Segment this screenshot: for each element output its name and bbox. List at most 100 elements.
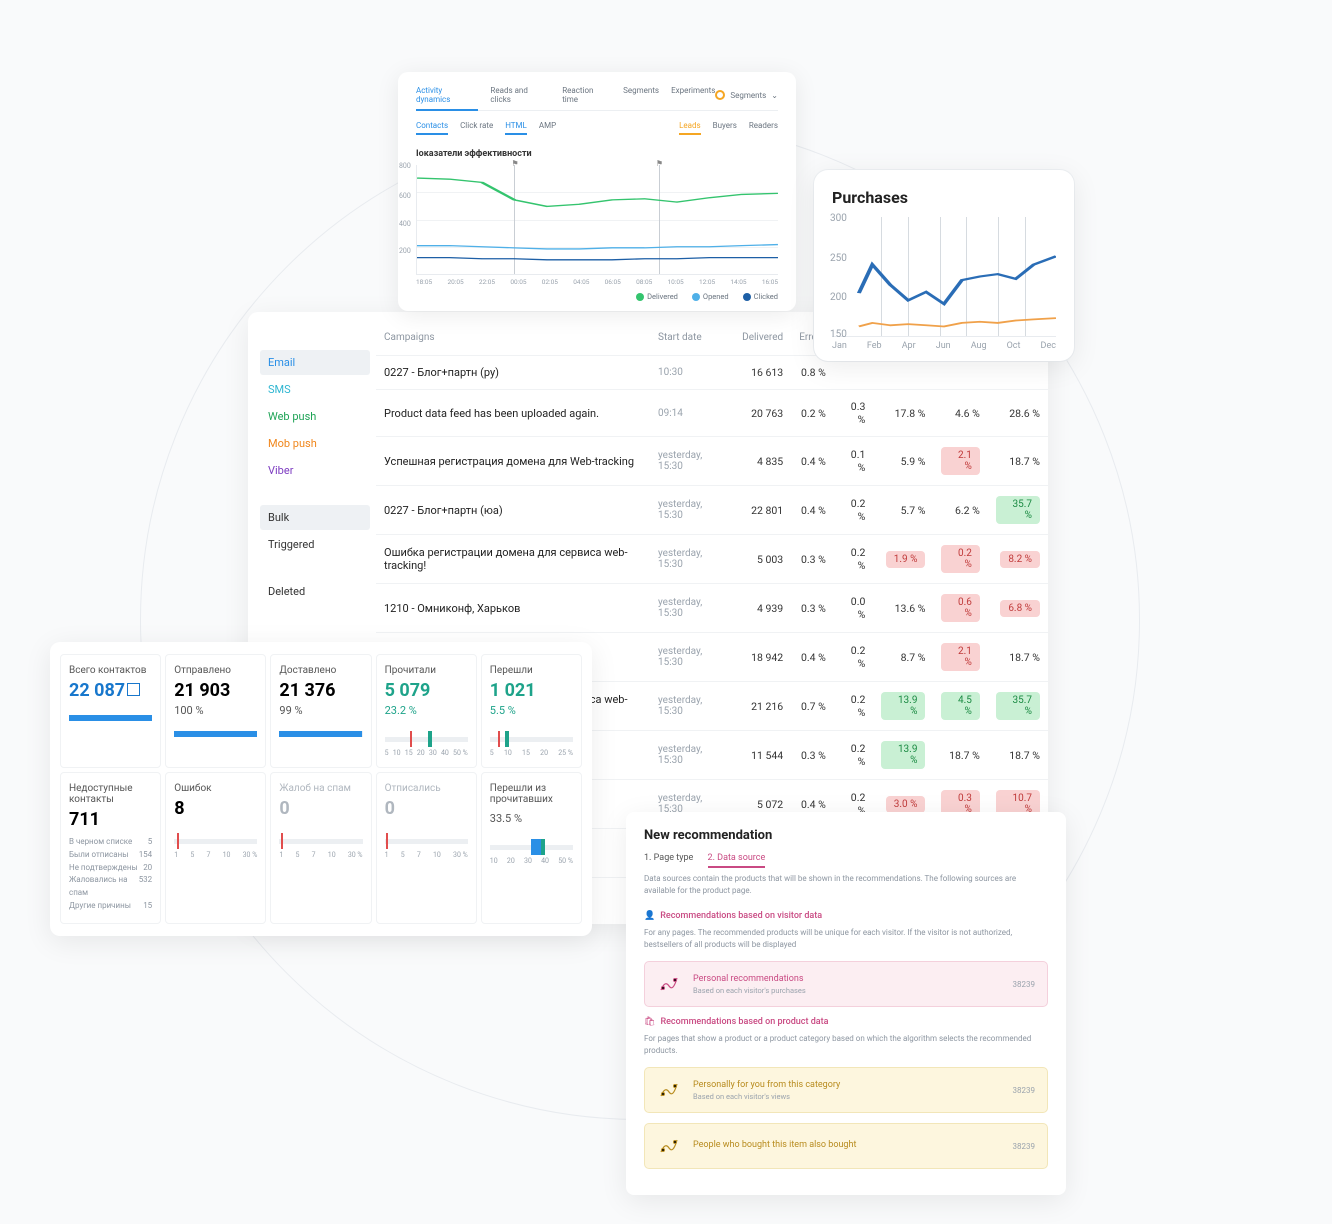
table-row[interactable]: Ошибка регистрации домена для сервиса we… <box>376 535 1048 584</box>
recommendation-icon <box>657 1078 681 1102</box>
stat-percent: 5.5 % <box>490 704 573 717</box>
scale: 1571030 % <box>174 833 257 859</box>
reco-count: 38239 <box>1013 980 1035 989</box>
stat-cell: Жалоб на спам01571030 % <box>270 772 371 924</box>
sidebar-item-mob-push[interactable]: Mob push <box>260 431 370 456</box>
status-badge: 8.2 % <box>1000 551 1040 568</box>
stat-percent: 99 % <box>279 704 362 717</box>
stat-value: 22 087 <box>69 680 152 701</box>
stat-value: 1 021 <box>490 680 573 701</box>
subtab-contacts[interactable]: Contacts <box>416 121 448 135</box>
sidebar-item-triggered[interactable]: Triggered <box>260 532 370 557</box>
purchases-title: Purchases <box>832 188 1056 207</box>
step-2[interactable]: 2. Data source <box>708 853 766 868</box>
reco-title: New recommendation <box>644 828 1048 843</box>
scale: 5101520304050 % <box>385 731 468 757</box>
tab-experiments[interactable]: Experiments <box>671 86 715 104</box>
subtab-click rate[interactable]: Click rate <box>460 121 493 135</box>
status-badge: 0.2 % <box>941 545 979 573</box>
stat-percent: 100 % <box>174 704 257 717</box>
sidebar-item-sms[interactable]: SMS <box>260 377 370 402</box>
stat-label: Прочитали <box>385 665 468 676</box>
sidebar-item-bulk[interactable]: Bulk <box>260 505 370 530</box>
activity-dynamics-card: Activity dynamics Reads and clicks Reactio… <box>398 72 796 311</box>
th-campaigns[interactable]: Campaigns <box>376 324 650 356</box>
recommendation-icon <box>657 1134 681 1158</box>
stat-cell: Ошибок81571030 % <box>165 772 266 924</box>
activity-sub-right: Leads Buyers Readers <box>679 121 778 135</box>
legend-delivered[interactable]: Delivered <box>636 292 678 301</box>
stat-cell: Перешли1 0215.5 %510152025 % <box>481 654 582 768</box>
chevron-down-icon: ⌄ <box>771 91 778 100</box>
progress-bar <box>279 731 362 737</box>
status-badge: 0.6 % <box>941 594 979 622</box>
subtab-buyers[interactable]: Buyers <box>713 121 737 135</box>
legend-opened[interactable]: Opened <box>692 292 729 301</box>
subtab-amp[interactable]: AMP <box>539 121 556 135</box>
status-badge: 2.1 % <box>941 643 979 671</box>
tab-reads-and-clicks[interactable]: Reads and clicks <box>490 86 550 104</box>
tab-activity-dynamics[interactable]: Activity dynamics <box>416 86 478 111</box>
stat-cell: Всего контактов 22 087 <box>60 654 161 768</box>
stat-label: Отправлено <box>174 665 257 676</box>
reco-box-title: People who bought this item also bought <box>693 1140 856 1150</box>
activity-sub-left: Contacts Click rate HTML AMP <box>416 121 556 135</box>
status-badge: 3.0 % <box>886 796 926 813</box>
segments-icon <box>715 90 725 100</box>
reco-category[interactable]: Personally for you from this category Ba… <box>644 1067 1048 1113</box>
table-row[interactable]: Успешная регистрация домена для Web-trac… <box>376 437 1048 486</box>
th-start-date[interactable]: Start date <box>650 324 734 356</box>
user-icon: 👤 <box>644 911 655 921</box>
stat-percent: 23.2 % <box>385 704 468 717</box>
sidebar-deleted: Deleted <box>260 579 370 604</box>
tab-segments[interactable]: Segments <box>623 86 659 104</box>
table-row[interactable]: 1210 - Омниконф, Харьковyesterday, 15:30… <box>376 584 1048 633</box>
step-1[interactable]: 1. Page type <box>644 853 693 863</box>
stat-value: 0 <box>385 798 468 819</box>
stat-cell: Прочитали5 07923.2 %5101520304050 % <box>376 654 477 768</box>
status-badge: 6.8 % <box>1000 600 1040 617</box>
subtab-leads[interactable]: Leads <box>679 121 701 135</box>
stat-label: Всего контактов <box>69 665 152 676</box>
recommendation-card: New recommendation 1. Page type 2. Data … <box>626 812 1066 1195</box>
status-badge: 2.1 % <box>941 447 979 475</box>
table-row[interactable]: 0227 - Блог+партн (юа)yesterday, 15:3022… <box>376 486 1048 535</box>
purchases-x-ticks: JanFebAprJunAugOctDec <box>832 341 1056 351</box>
stat-value: 8 <box>174 798 257 819</box>
status-badge: 1.9 % <box>886 551 926 568</box>
stat-percent: 33.5 % <box>490 812 573 825</box>
segments-dropdown[interactable]: Segments ⌄ <box>715 90 778 100</box>
activity-x-ticks: 18:0520:0522:0500:0502:0504:0506:0508:05… <box>416 278 778 286</box>
activity-chart: 800 600 400 200 ⚑ ⚑ <box>416 165 778 275</box>
reco-count: 38239 <box>1013 1086 1035 1095</box>
table-row[interactable]: Product data feed has been uploaded agai… <box>376 390 1048 437</box>
subtab-readers[interactable]: Readers <box>749 121 778 135</box>
subtab-html[interactable]: HTML <box>505 121 527 135</box>
status-badge: 35.7 % <box>996 692 1040 720</box>
legend-clicked[interactable]: Clicked <box>743 292 778 301</box>
reco-personal[interactable]: Personal recommendations Based on each v… <box>644 961 1048 1007</box>
sidebar-item-email[interactable]: Email <box>260 350 370 375</box>
reco-box-title: Personally for you from this category <box>693 1080 840 1090</box>
sidebar-item-web-push[interactable]: Web push <box>260 404 370 429</box>
tab-reaction-time[interactable]: Reaction time <box>562 86 611 104</box>
section-visitor-header: 👤Recommendations based on visitor data <box>644 911 1048 921</box>
section-product-header: 🛍Recommendations based on product data <box>644 1017 1048 1027</box>
y-tick: 400 <box>399 220 411 228</box>
status-badge: 13.9 % <box>881 741 925 769</box>
progress-bar <box>69 715 152 721</box>
bag-icon: 🛍 <box>644 1017 655 1027</box>
th-delivered[interactable]: Delivered <box>734 324 791 356</box>
reco-box-sub: Based on each visitor's purchases <box>693 986 806 995</box>
stat-value: 711 <box>69 809 152 830</box>
sidebar-item-deleted[interactable]: Deleted <box>260 579 370 604</box>
reco-also-bought[interactable]: People who bought this item also bought … <box>644 1123 1048 1169</box>
sidebar-item-viber[interactable]: Viber <box>260 458 370 483</box>
y-tick: 800 <box>399 162 411 170</box>
stat-label: Перешли <box>490 665 573 676</box>
chart-title: Іоказатели эффективности <box>416 149 778 159</box>
copy-icon[interactable] <box>129 685 140 696</box>
scale: 1571030 % <box>279 833 362 859</box>
purchases-chart: 300 250 200 150 <box>832 217 1056 337</box>
recommendation-icon <box>657 972 681 996</box>
